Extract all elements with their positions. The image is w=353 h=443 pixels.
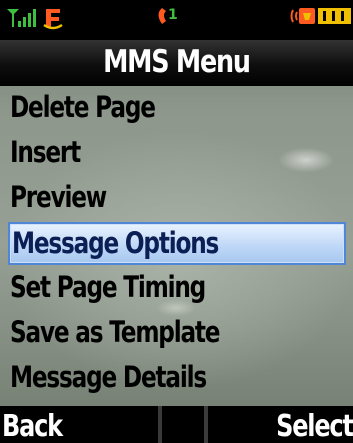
- network-type-icon: [43, 9, 63, 30]
- menu-item-insert[interactable]: Insert: [0, 131, 353, 176]
- menu-item-preview[interactable]: Preview: [0, 176, 353, 221]
- softkey-divider: [204, 406, 208, 443]
- menu-item-label: Message Details: [10, 360, 207, 394]
- menu-item-label: Insert: [10, 135, 81, 169]
- menu-item-save-as-template[interactable]: Save as Template: [0, 311, 353, 356]
- menu-item-label: Set Page Timing: [10, 270, 206, 304]
- status-bar: 1: [0, 0, 353, 40]
- select-softkey[interactable]: Select: [276, 406, 353, 443]
- softkey-divider: [158, 406, 162, 443]
- menu-item-delete-page[interactable]: Delete Page: [0, 86, 353, 131]
- menu-item-message-options[interactable]: Message Options: [8, 222, 346, 265]
- line-number: 1: [168, 7, 178, 23]
- line-indicator-icon: 1: [158, 7, 178, 24]
- menu-item-label: Message Options: [12, 226, 219, 260]
- page-title: MMS Menu: [103, 44, 251, 80]
- menu-item-label: Save as Template: [10, 315, 221, 349]
- menu-item-label: Preview: [10, 180, 107, 214]
- menu-item-label: Delete Page: [10, 90, 156, 124]
- menu-item-message-details[interactable]: Message Details: [0, 356, 353, 401]
- mms-menu-list: Delete Page Insert Preview Message Optio…: [0, 86, 353, 401]
- menu-item-set-page-timing[interactable]: Set Page Timing: [0, 266, 353, 311]
- title-bar: MMS Menu: [0, 40, 353, 86]
- signal-strength-icon: [7, 9, 36, 27]
- battery-icon: [290, 8, 351, 24]
- phone-screen: 1 MMS Menu Delete Page Insert Preview Me…: [0, 0, 353, 443]
- softkey-bar: Back Select: [0, 406, 353, 443]
- back-softkey[interactable]: Back: [2, 406, 63, 443]
